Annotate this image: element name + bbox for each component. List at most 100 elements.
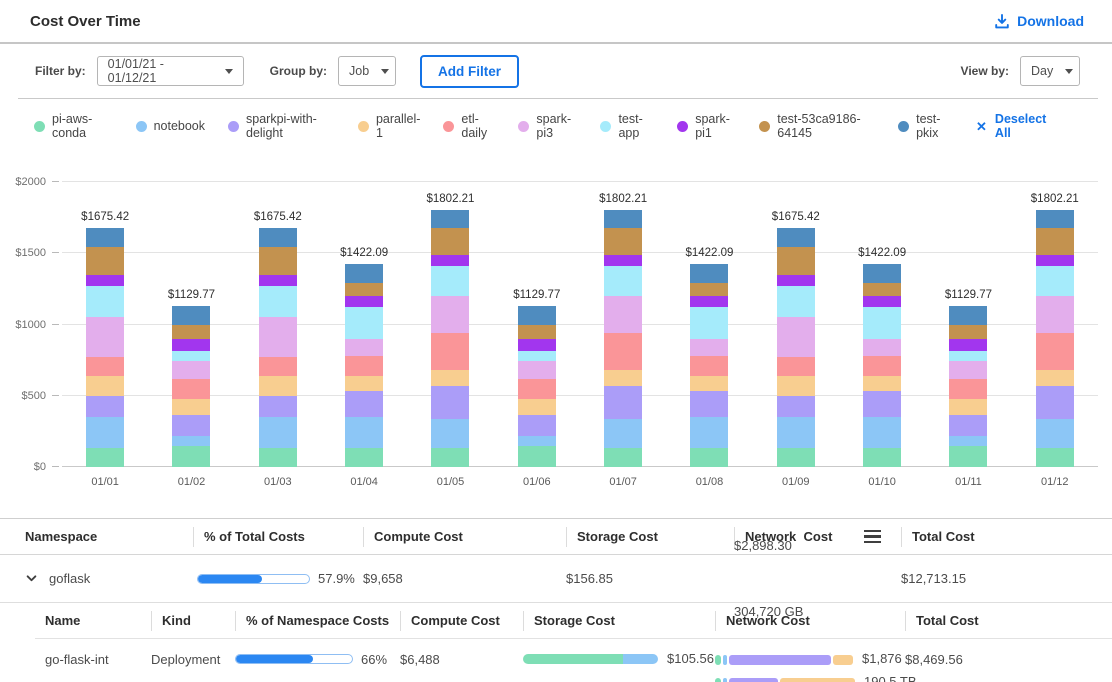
bar-segment-test-53ca9186-64145 — [518, 325, 556, 339]
bar-segment-spark-pi1 — [949, 339, 987, 351]
bar-segment-spark-pi3 — [1036, 296, 1074, 333]
bar-segment-notebook — [949, 436, 987, 447]
chevron-down-icon[interactable] — [25, 572, 38, 585]
deselect-all-button[interactable]: ✕ Deselect All — [976, 112, 1052, 140]
legend-dot-icon — [34, 121, 45, 132]
view-by-select[interactable]: Day — [1020, 56, 1080, 86]
date-range-select[interactable]: 01/01/21 - 01/12/21 — [97, 56, 244, 86]
y-axis-label: $1500 — [15, 247, 46, 259]
group-by-select[interactable]: Job — [338, 56, 396, 86]
bar-segment-spark-pi3 — [604, 296, 642, 333]
legend-item-test-app[interactable]: test-app — [600, 112, 654, 140]
bar-segment-spark-pi3 — [690, 339, 728, 356]
download-button[interactable]: Download — [988, 12, 1090, 30]
chart-bar-01/06[interactable]: $1129.77 — [494, 182, 580, 467]
table-row[interactable]: goflask 57.9% $9,658 $156.85 $2,898.30 3… — [0, 555, 1112, 603]
divider — [151, 611, 152, 631]
divider — [400, 611, 401, 631]
column-header-storage: Storage Cost — [558, 527, 726, 547]
bar-segment-pi-aws-conda — [345, 448, 383, 467]
column-header-compute: Compute Cost — [392, 611, 515, 631]
bar-total-label: $1675.42 — [81, 211, 129, 223]
legend-item-test-pkix[interactable]: test-pkix — [898, 112, 953, 140]
y-tick — [52, 466, 59, 467]
x-axis-label: 01/02 — [148, 476, 234, 488]
stacked-bar — [172, 306, 210, 467]
legend-item-pi-aws-conda[interactable]: pi-aws-conda — [34, 112, 113, 140]
bar-segment-etl-daily — [172, 379, 210, 399]
column-header-pct-namespace: % of Namespace Costs — [227, 611, 392, 631]
chart-bar-01/03[interactable]: $1675.42 — [235, 182, 321, 467]
chevron-down-icon — [381, 69, 389, 74]
bar-segment-test-53ca9186-64145 — [259, 247, 297, 275]
legend-label: spark-pi1 — [695, 112, 736, 140]
bar-segment-etl-daily — [604, 333, 642, 370]
network-cost-bar — [715, 655, 853, 665]
divider — [193, 527, 194, 547]
column-header-kind: Kind — [143, 611, 227, 631]
x-axis-label: 01/08 — [666, 476, 752, 488]
stacked-bar — [690, 264, 728, 467]
bar-segment-etl-daily — [431, 333, 469, 370]
legend-dot-icon — [136, 121, 147, 132]
storage-cost-cell: $156.85 — [558, 571, 726, 586]
add-filter-button[interactable]: Add Filter — [420, 55, 519, 88]
legend-item-etl-daily[interactable]: etl-daily — [443, 112, 495, 140]
chart-bar-01/01[interactable]: $1675.42 — [62, 182, 148, 467]
bar-segment-spark-pi3 — [172, 361, 210, 379]
bar-segment-test-53ca9186-64145 — [949, 325, 987, 339]
legend-label: pi-aws-conda — [52, 112, 113, 140]
legend-label: etl-daily — [461, 112, 495, 140]
chart-bar-01/10[interactable]: $1422.09 — [839, 182, 925, 467]
chart-bar-01/07[interactable]: $1802.21 — [580, 182, 666, 467]
legend-item-spark-pi1[interactable]: spark-pi1 — [677, 112, 736, 140]
bar-segment-test-pkix — [863, 264, 901, 282]
chart-bar-01/04[interactable]: $1422.09 — [321, 182, 407, 467]
chart-bar-01/11[interactable]: $1129.77 — [925, 182, 1011, 467]
bar-total-label: $1675.42 — [772, 211, 820, 223]
panel-header: Cost Over Time Download — [0, 0, 1112, 44]
chart-bar-01/05[interactable]: $1802.21 — [407, 182, 493, 467]
bar-segment-test-pkix — [172, 306, 210, 325]
legend-item-notebook[interactable]: notebook — [136, 119, 205, 133]
legend-item-parallel-1[interactable]: parallel-1 — [358, 112, 420, 140]
table-row[interactable]: go-flask-int Deployment 66% $6,488 $105.… — [35, 639, 1112, 682]
legend-dot-icon — [600, 121, 611, 132]
bar-segment-spark-pi3 — [345, 339, 383, 356]
chart-bar-01/09[interactable]: $1675.42 — [753, 182, 839, 467]
bar-segment-notebook — [86, 417, 124, 448]
chart-bar-01/08[interactable]: $1422.09 — [666, 182, 752, 467]
pct-namespace-value: 66% — [361, 652, 387, 667]
progress-bar — [197, 574, 310, 584]
legend-item-spark-pi3[interactable]: spark-pi3 — [518, 112, 577, 140]
bar-segment-notebook — [259, 417, 297, 448]
network-volume-value: 190.5 TB — [864, 675, 917, 682]
download-label: Download — [1017, 13, 1084, 29]
filter-bar: Filter by: 01/01/21 - 01/12/21 Group by:… — [0, 44, 1112, 98]
stacked-bar — [863, 264, 901, 467]
bar-segment-parallel-1 — [777, 376, 815, 396]
bar-segment-parallel-1 — [172, 399, 210, 415]
mini-bar-segment — [723, 678, 727, 682]
stacked-bar — [604, 210, 642, 467]
y-tick — [52, 395, 59, 396]
chart-bar-01/12[interactable]: $1802.21 — [1012, 182, 1098, 467]
legend-item-test-53ca9186-64145[interactable]: test-53ca9186-64145 — [759, 112, 875, 140]
legend-label: test-53ca9186-64145 — [777, 112, 875, 140]
bar-segment-pi-aws-conda — [259, 448, 297, 467]
bar-segment-sparkpi-with-delight — [172, 415, 210, 436]
mini-bar-segment — [623, 654, 658, 664]
bar-segment-pi-aws-conda — [1036, 448, 1074, 467]
chart-bar-01/02[interactable]: $1129.77 — [148, 182, 234, 467]
bar-segment-sparkpi-with-delight — [1036, 386, 1074, 418]
bar-segment-sparkpi-with-delight — [690, 391, 728, 417]
bar-segment-spark-pi1 — [259, 275, 297, 285]
stacked-bar — [345, 264, 383, 467]
legend-label: notebook — [154, 119, 205, 133]
bar-segment-notebook — [518, 436, 556, 447]
bar-segment-parallel-1 — [259, 376, 297, 396]
bar-segment-test-pkix — [345, 264, 383, 282]
compute-cost-cell: $6,488 — [392, 639, 515, 667]
legend-item-sparkpi-with-delight[interactable]: sparkpi-with-delight — [228, 112, 335, 140]
bar-segment-test-53ca9186-64145 — [604, 228, 642, 255]
